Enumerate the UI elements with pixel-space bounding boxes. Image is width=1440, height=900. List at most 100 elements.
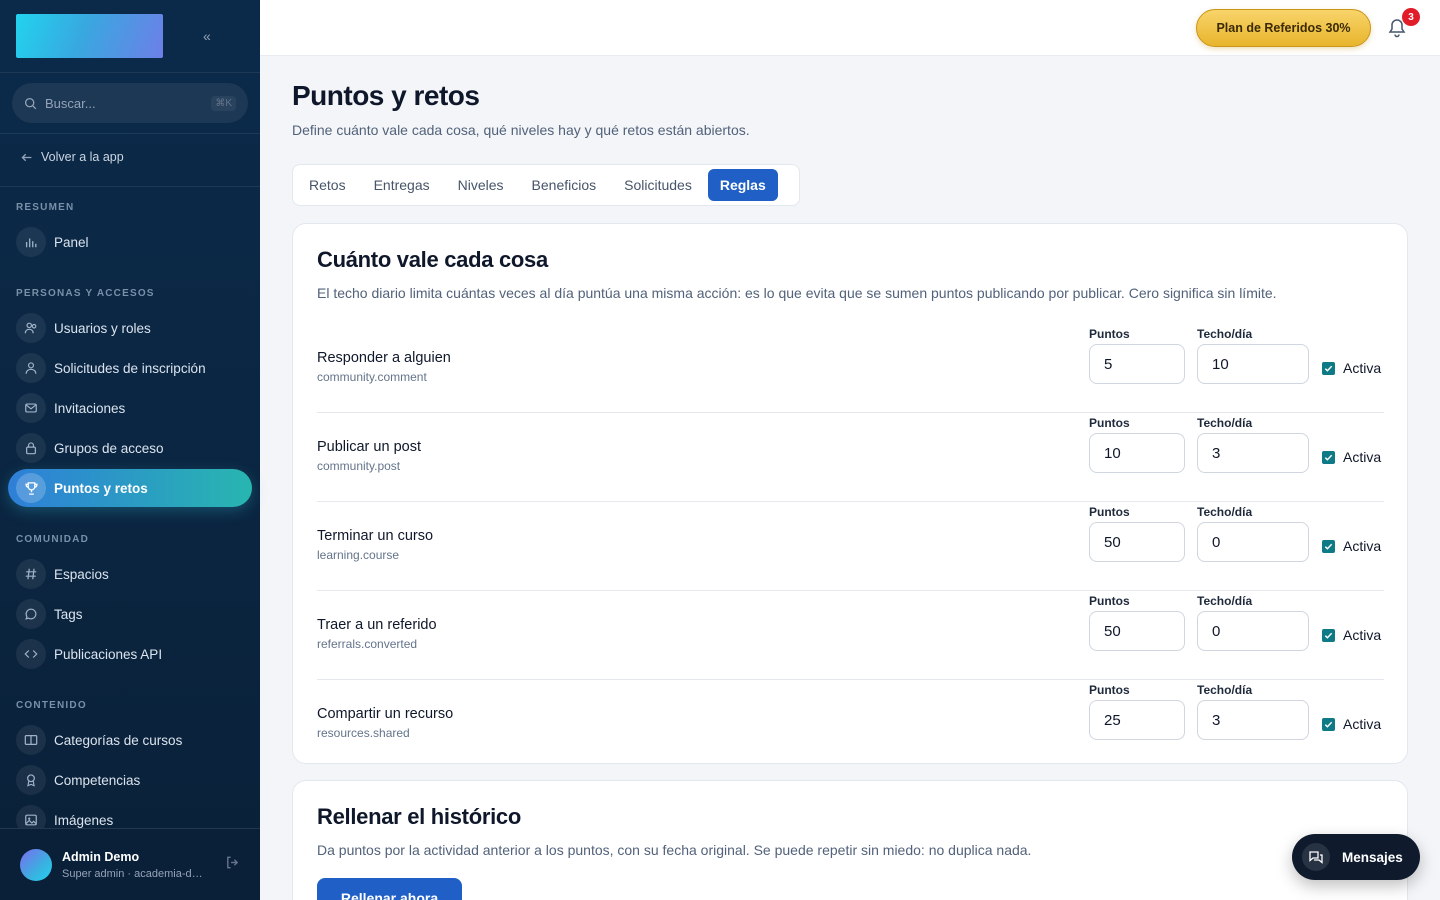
active-label: Activa: [1343, 449, 1382, 465]
sidebar-item-usuarios[interactable]: Usuarios y roles: [8, 309, 252, 347]
avatar[interactable]: [20, 848, 52, 881]
section-label-comunidad: COMUNIDAD: [16, 534, 90, 545]
rule-key: community.post: [317, 459, 401, 473]
sidebar-item-grupos[interactable]: Grupos de acceso: [8, 429, 252, 467]
backfill-button[interactable]: Rellenar ahora: [317, 878, 462, 900]
brand-logo[interactable]: [16, 14, 163, 58]
sidebar-item-publicaciones-api[interactable]: Publicaciones API: [8, 635, 252, 673]
rule-key: learning.course: [317, 548, 400, 562]
user-profile: Admin Demo Super admin · academia-demo: [0, 828, 260, 900]
active-checkbox[interactable]: Activa: [1322, 716, 1381, 732]
search-input[interactable]: [45, 95, 195, 111]
chat-icon: [16, 599, 46, 629]
rule-name: Publicar un post: [317, 439, 421, 455]
tab-beneficios[interactable]: Beneficios: [520, 169, 609, 201]
points-input[interactable]: [1089, 611, 1185, 651]
section-label-contenido: CONTENIDO: [16, 700, 87, 711]
messages-icon: [1302, 843, 1330, 871]
sidebar-item-label: Grupos de acceso: [54, 440, 164, 456]
points-input[interactable]: [1089, 522, 1185, 562]
sidebar-item-label: Solicitudes de inscripción: [54, 360, 206, 376]
points-input[interactable]: [1089, 344, 1185, 384]
active-checkbox[interactable]: Activa: [1322, 449, 1381, 465]
active-checkbox[interactable]: Activa: [1322, 627, 1381, 643]
rule-name: Responder a alguien: [317, 350, 451, 366]
cap-input[interactable]: [1197, 522, 1309, 562]
sidebar-item-puntos[interactable]: Puntos y retos: [8, 469, 252, 507]
tab-bar: Retos Entregas Niveles Beneficios Solici…: [292, 164, 800, 206]
sidebar-item-label: Imágenes: [54, 812, 114, 828]
sidebar-item-label: Categorías de cursos: [54, 732, 183, 748]
tab-solicitudes[interactable]: Solicitudes: [612, 169, 704, 201]
sidebar-item-categorias[interactable]: Categorías de cursos: [8, 721, 252, 759]
bar-chart-icon: [16, 227, 46, 257]
search-shortcut: ⌘K: [211, 95, 236, 111]
backfill-card: Rellenar el histórico Da puntos por la a…: [292, 780, 1408, 900]
section-label-personas: PERSONAS Y ACCESOS: [16, 288, 155, 299]
tab-niveles[interactable]: Niveles: [446, 169, 516, 201]
cap-input[interactable]: [1197, 344, 1309, 384]
sidebar-item-label: Puntos y retos: [54, 480, 148, 496]
section-label-resumen: RESUMEN: [16, 202, 75, 213]
back-label: Volver a la app: [41, 150, 124, 164]
sidebar-item-panel[interactable]: Panel: [8, 223, 252, 261]
rule-row: Compartir un recurso resources.shared Pu…: [317, 680, 1384, 769]
notification-count-badge: 3: [1402, 8, 1420, 26]
back-to-app-link[interactable]: Volver a la app: [20, 150, 124, 164]
referral-plan-button[interactable]: Plan de Referidos 30%: [1196, 9, 1371, 47]
rule-key: resources.shared: [317, 726, 410, 740]
sidebar-item-label: Panel: [54, 234, 89, 250]
points-label: Puntos: [1089, 594, 1130, 608]
active-label: Activa: [1343, 538, 1382, 554]
logout-icon[interactable]: [225, 855, 240, 875]
active-label: Activa: [1343, 716, 1382, 732]
sidebar-header: «: [0, 0, 260, 73]
rule-row: Publicar un post community.post Puntos T…: [317, 413, 1384, 502]
badge-icon: [16, 765, 46, 795]
rule-row: Traer a un referido referrals.converted …: [317, 591, 1384, 680]
sidebar-item-label: Competencias: [54, 772, 141, 788]
cap-label: Techo/día: [1197, 505, 1253, 519]
book-icon: [16, 725, 46, 755]
points-input[interactable]: [1089, 433, 1185, 473]
cap-label: Techo/día: [1197, 594, 1253, 608]
hash-icon: [16, 559, 46, 589]
sidebar-search[interactable]: ⌘K: [12, 83, 248, 123]
cap-input[interactable]: [1197, 700, 1309, 740]
tab-retos[interactable]: Retos: [297, 169, 358, 201]
tab-entregas[interactable]: Entregas: [362, 169, 442, 201]
rule-name: Compartir un recurso: [317, 706, 454, 722]
sidebar-item-invitaciones[interactable]: Invitaciones: [8, 389, 252, 427]
tab-reglas[interactable]: Reglas: [707, 169, 778, 201]
active-checkbox[interactable]: Activa: [1322, 538, 1381, 554]
backfill-card-title: Rellenar el histórico: [317, 804, 521, 829]
active-label: Activa: [1343, 360, 1382, 376]
rule-row: Terminar un curso learning.course Puntos…: [317, 502, 1384, 591]
sidebar-item-label: Tags: [54, 606, 83, 622]
points-label: Puntos: [1089, 683, 1130, 697]
sidebar-item-espacios[interactable]: Espacios: [8, 555, 252, 593]
check-icon: [1322, 717, 1335, 731]
rules-card: Cuánto vale cada cosa El techo diario li…: [292, 223, 1408, 764]
sidebar-item-label: Usuarios y roles: [54, 320, 151, 336]
collapse-sidebar-icon[interactable]: «: [203, 28, 211, 44]
active-checkbox[interactable]: Activa: [1322, 360, 1381, 376]
active-label: Activa: [1343, 627, 1382, 643]
points-input[interactable]: [1089, 700, 1185, 740]
sidebar: « ⌘K Volver a la app RESUMEN Panel PERSO…: [0, 0, 260, 900]
sidebar-item-solicitudes[interactable]: Solicitudes de inscripción: [8, 349, 252, 387]
check-icon: [1322, 450, 1335, 464]
sidebar-item-tags[interactable]: Tags: [8, 595, 252, 633]
user-role: Super admin · academia-demo: [62, 867, 207, 880]
sidebar-item-competencias[interactable]: Competencias: [8, 761, 252, 799]
page-subtitle: Define cuánto vale cada cosa, qué nivele…: [292, 122, 750, 138]
cap-input[interactable]: [1197, 611, 1309, 651]
rule-name: Terminar un curso: [317, 528, 434, 544]
cap-label: Techo/día: [1197, 683, 1253, 697]
messages-button[interactable]: Mensajes: [1292, 834, 1420, 880]
points-label: Puntos: [1089, 505, 1130, 519]
rule-key: referrals.converted: [317, 637, 418, 651]
check-icon: [1322, 628, 1335, 642]
arrow-left-icon: [21, 153, 32, 161]
cap-input[interactable]: [1197, 433, 1309, 473]
